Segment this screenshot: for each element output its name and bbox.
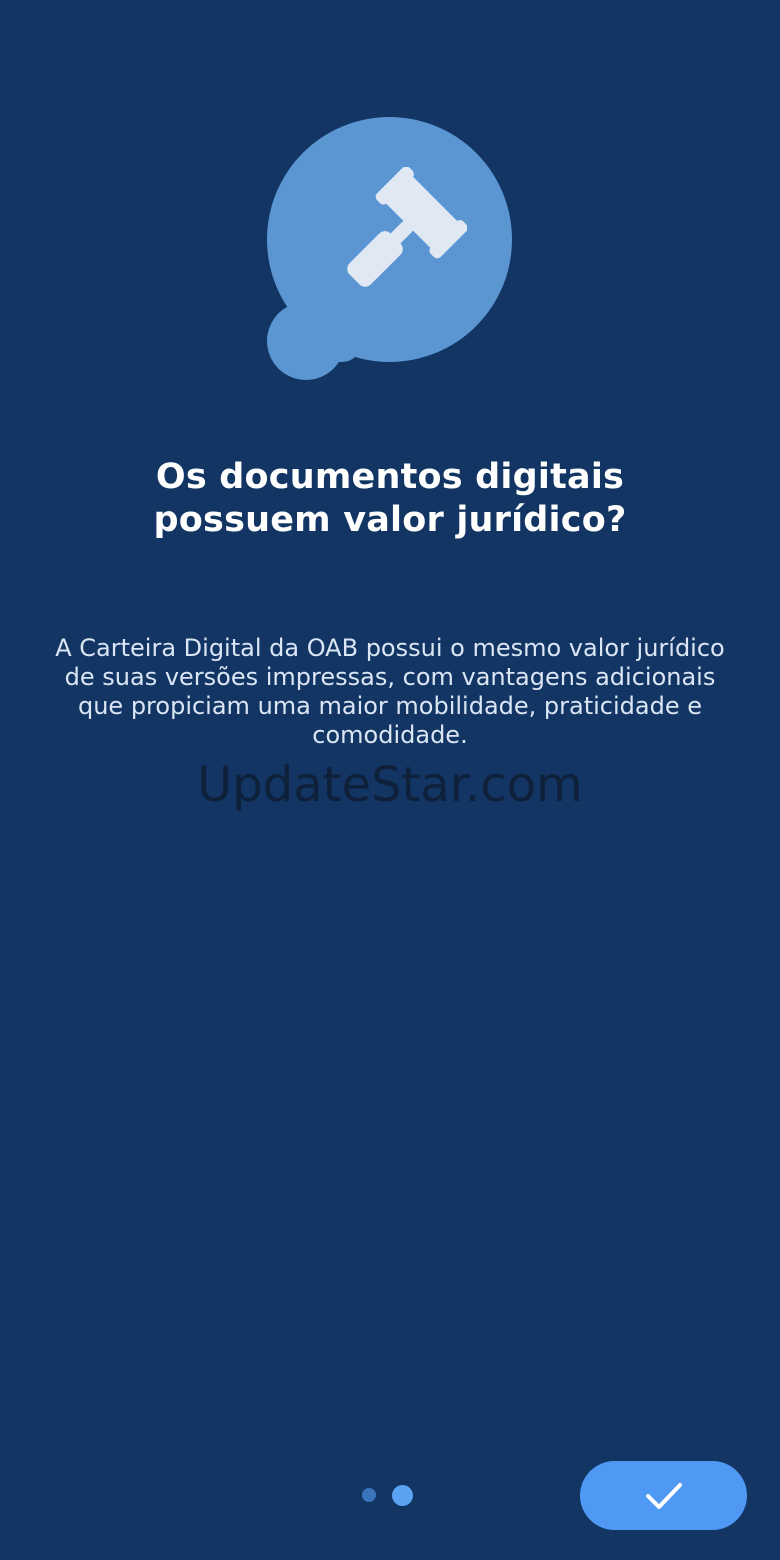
pagination-dot-2-active[interactable]: [392, 1484, 413, 1506]
confirm-button[interactable]: [580, 1461, 747, 1530]
check-icon: [645, 1482, 682, 1509]
pagination-dots: [362, 1484, 413, 1506]
description-text: A Carteira Digital da OAB possui o mesmo…: [55, 634, 725, 749]
pagination-dot-1[interactable]: [362, 1488, 376, 1502]
illustration: [262, 112, 522, 387]
onboarding-screen: Os documentos digitais possuem valor jur…: [0, 0, 780, 1560]
watermark: UpdateStar.com: [197, 757, 583, 813]
gavel-icon: [347, 167, 467, 287]
page-title: Os documentos digitais possuem valor jur…: [153, 457, 627, 540]
